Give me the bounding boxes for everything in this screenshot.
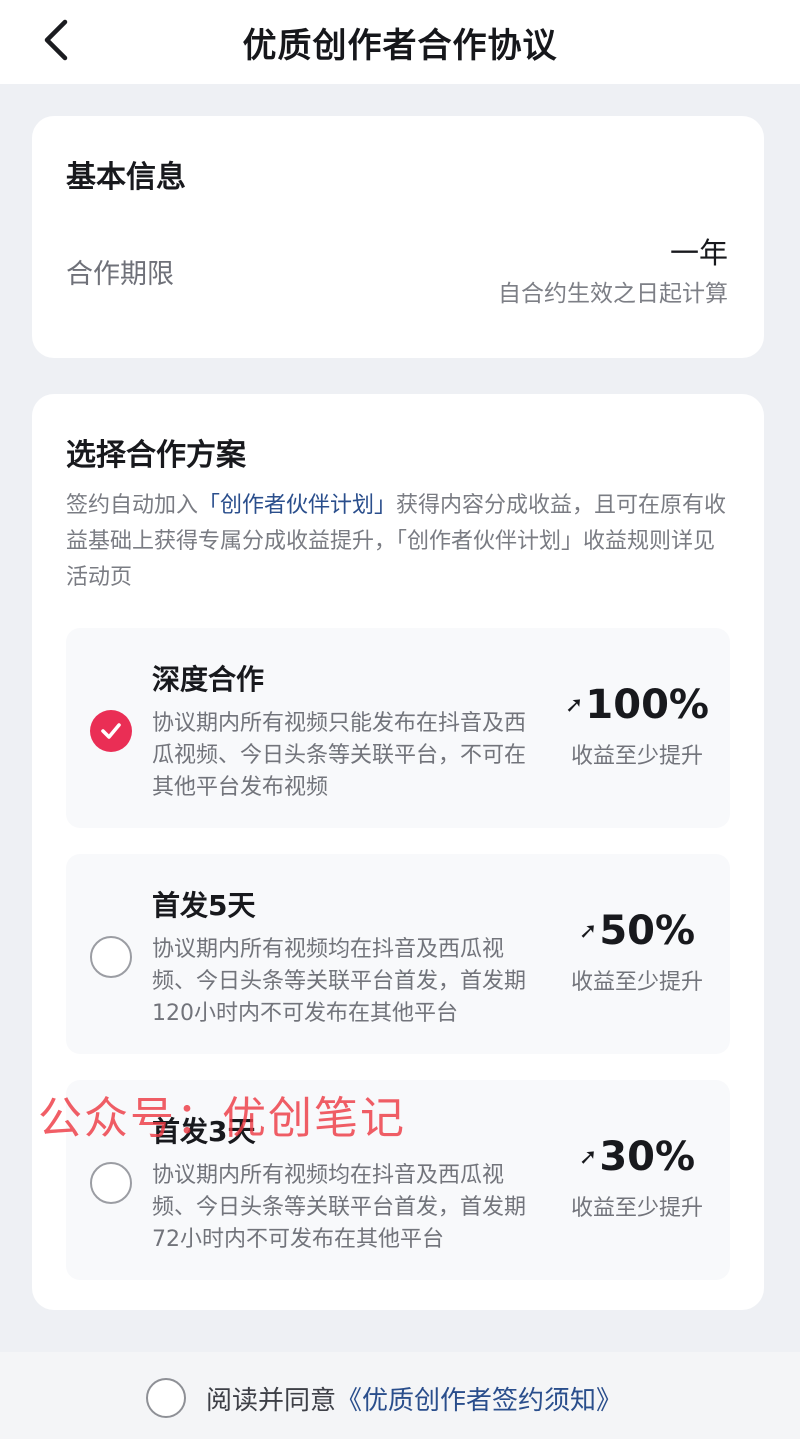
- agree-text: 阅读并同意《优质创作者签约须知》: [206, 1380, 622, 1417]
- radio-unchecked[interactable]: [90, 936, 132, 978]
- arrow-up-icon: ➚: [578, 1145, 598, 1170]
- option-boost: ➚50% 收益至少提升: [562, 908, 712, 996]
- top-bar: 优质创作者合作协议: [0, 0, 800, 84]
- option-description: 协议期内所有视频只能发布在抖音及西瓜视频、今日头条等关联平台，不可在其他平台发布…: [152, 711, 527, 800]
- term-note: 自合约生效之日起计算: [498, 281, 728, 307]
- page-title: 优质创作者合作协议: [242, 25, 558, 66]
- agreement-link[interactable]: 《优质创作者签约须知》: [336, 1386, 622, 1416]
- arrow-up-icon: ➚: [564, 693, 584, 718]
- chevron-left-icon: [44, 19, 68, 61]
- option-description: 协议期内所有视频均在抖音及西瓜视频、今日头条等关联平台首发，首发期72小时内不可…: [152, 1163, 527, 1252]
- plan-description: 签约自动加入「创作者伙伴计划」获得内容分成收益，且可在原有收益基础上获得专属分成…: [66, 488, 736, 596]
- back-button[interactable]: [28, 12, 84, 68]
- option-boost: ➚100% 收益至少提升: [562, 682, 712, 770]
- option-title: 首发5天: [152, 889, 256, 922]
- plan-desc-prefix: 签约自动加入: [66, 493, 199, 518]
- basic-info-card: 基本信息 合作期限 一年 自合约生效之日起计算: [32, 116, 764, 358]
- agree-prefix: 阅读并同意: [206, 1386, 337, 1416]
- boost-label: 收益至少提升: [570, 970, 703, 995]
- boost-value: 30%: [599, 1134, 696, 1180]
- boost-label: 收益至少提升: [570, 744, 703, 769]
- boost-value: 100%: [585, 682, 709, 728]
- basic-info-heading: 基本信息: [66, 160, 186, 195]
- option-title: 深度合作: [152, 663, 265, 696]
- agree-checkbox[interactable]: [146, 1378, 186, 1418]
- term-label: 合作期限: [66, 259, 174, 290]
- plan-option-first-release-3-days[interactable]: 首发3天 协议期内所有视频均在抖音及西瓜视频、今日头条等关联平台首发，首发期72…: [66, 1080, 730, 1280]
- plan-card: 选择合作方案 签约自动加入「创作者伙伴计划」获得内容分成收益，且可在原有收益基础…: [32, 394, 764, 1310]
- option-title: 首发3天: [152, 1115, 256, 1148]
- partner-plan-link[interactable]: 「创作者伙伴计划」: [198, 493, 396, 518]
- term-value: 一年: [669, 236, 728, 270]
- plan-option-first-release-5-days[interactable]: 首发5天 协议期内所有视频均在抖音及西瓜视频、今日头条等关联平台首发，首发期12…: [66, 854, 730, 1054]
- plan-option-deep-cooperation[interactable]: 深度合作 协议期内所有视频只能发布在抖音及西瓜视频、今日头条等关联平台，不可在其…: [66, 628, 730, 828]
- radio-checked[interactable]: [90, 710, 132, 752]
- boost-label: 收益至少提升: [570, 1196, 703, 1221]
- arrow-up-icon: ➚: [578, 919, 598, 944]
- option-description: 协议期内所有视频均在抖音及西瓜视频、今日头条等关联平台首发，首发期120小时内不…: [152, 937, 527, 1026]
- option-boost: ➚30% 收益至少提升: [562, 1134, 712, 1222]
- agreement-bar: 阅读并同意《优质创作者签约须知》: [0, 1352, 800, 1439]
- check-icon: [101, 723, 121, 739]
- plan-heading: 选择合作方案: [66, 438, 246, 473]
- radio-unchecked[interactable]: [90, 1162, 132, 1204]
- boost-value: 50%: [599, 908, 696, 954]
